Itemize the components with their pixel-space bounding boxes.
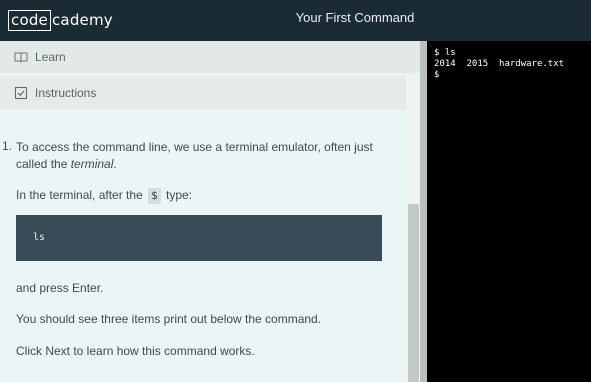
step-number: 1. <box>2 139 13 153</box>
tab-learn-label: Learn <box>35 50 66 64</box>
p2-end: type: <box>166 188 193 202</box>
instruction-paragraph-5: Click Next to learn how this command wor… <box>16 344 255 358</box>
logo-boxed-text: code <box>8 9 51 31</box>
p1-text: To access the command line, we use a ter… <box>16 140 373 171</box>
terminal-line: 2014 2015 hardware.txt <box>434 59 565 69</box>
instructions-panel: Learn Instructions 1. To access the comm… <box>0 41 420 382</box>
instruction-paragraph-3: and press Enter. <box>16 281 104 295</box>
scrollbar-thumb[interactable] <box>408 204 419 382</box>
instruction-paragraph-4: You should see three items print out bel… <box>16 312 322 326</box>
tab-instructions[interactable]: Instructions <box>0 76 406 110</box>
p2-text: In the terminal, after the <box>16 188 143 202</box>
instruction-paragraph-1: To access the command line, we use a ter… <box>16 139 402 173</box>
panel-divider[interactable] <box>420 41 427 382</box>
book-icon <box>14 52 28 64</box>
terminal-line: $ ls <box>434 48 456 58</box>
p1-end: . <box>113 157 117 171</box>
code-block: ls <box>16 215 382 261</box>
tab-instructions-label: Instructions <box>35 86 97 100</box>
logo-text: cademy <box>51 11 113 29</box>
top-bar: code cademy Your First Command <box>0 0 591 41</box>
instruction-paragraph-2: In the terminal, after the $ type: <box>16 187 192 204</box>
inline-code: $ <box>148 188 161 204</box>
codecademy-logo[interactable]: code cademy <box>8 9 113 31</box>
terminal[interactable]: $ ls 2014 2015 hardware.txt $ <box>427 41 591 382</box>
p1-emphasis: terminal <box>70 157 114 171</box>
terminal-line: $ <box>434 70 440 80</box>
lesson-title: Your First Command <box>295 10 415 25</box>
tab-learn[interactable]: Learn <box>0 41 420 73</box>
checkbox-icon <box>14 86 28 100</box>
